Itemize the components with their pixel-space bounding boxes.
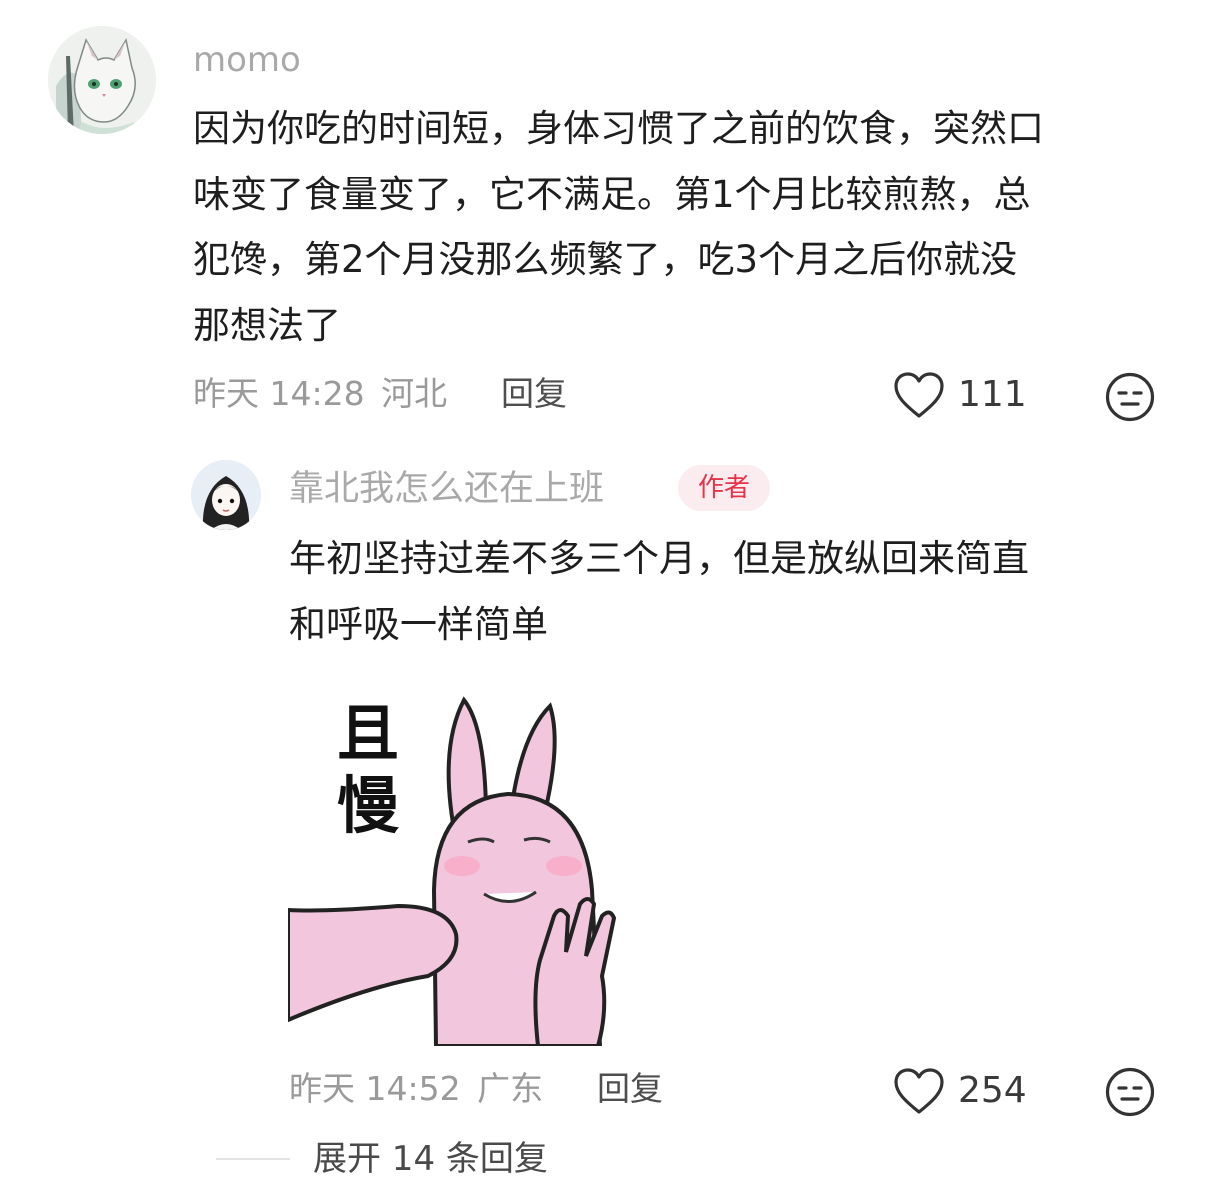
reply-meta: 昨天 14:52 广东 [289,1067,543,1111]
emoji-reaction-button[interactable] [1104,371,1156,427]
sticker-caption-line: 慢 [336,769,399,842]
avatar[interactable] [48,26,156,134]
reply-button[interactable]: 回复 [501,372,567,416]
reply-text-line: 年初坚持过差不多三个月，但是放纵回来简直 [289,537,1029,580]
comment-text-line: 因为你吃的时间短，身体习惯了之前的饮食，突然口 [193,107,1044,150]
comment-text-line: 味变了食量变了，它不满足。第1个月比较煎熬，总 [193,172,1031,216]
like-button[interactable]: 111 [892,370,1027,420]
like-count: 111 [958,374,1027,415]
face-emoji-icon [1105,1067,1155,1117]
sticker-caption: 且 慢 [328,698,408,842]
reply-like-button[interactable]: 254 [892,1066,1027,1116]
comment-text-line: 犯馋，第2个月没那么频繁了，吃3个月之后你就没 [193,238,1018,281]
sticker-caption-line: 且 [336,697,399,770]
face-emoji-icon [1105,372,1155,422]
comment-location: 河北 [381,374,448,413]
comment-meta: 昨天 14:28 河北 [193,372,447,416]
sticker-image[interactable]: 且 慢 [288,690,638,1046]
cat-avatar-icon [48,26,156,134]
author-badge: 作者 [678,465,771,511]
expand-replies-button[interactable]: 展开 14 条回复 [313,1137,548,1181]
heart-outline-icon [894,372,944,418]
reply-reply-button[interactable]: 回复 [597,1067,663,1111]
reply-username[interactable]: 靠北我怎么还在上班 [289,466,604,512]
comment-time: 昨天 14:28 [193,374,365,413]
reply-like-count: 254 [958,1070,1027,1111]
reply-text-line: 和呼吸一样简单 [289,602,548,646]
expand-divider [216,1158,290,1160]
comment-text-line: 那想法了 [193,303,341,347]
comment-text: 因为你吃的时间短，身体习惯了之前的饮食，突然口 味变了食量变了，它不满足。第1个… [193,96,1163,358]
reply-time: 昨天 14:52 [289,1069,461,1108]
reply-text: 年初坚持过差不多三个月，但是放纵回来简直 和呼吸一样简单 [289,526,1169,657]
reply-location: 广东 [477,1069,544,1108]
girl-avatar-icon [191,460,261,530]
heart-outline-icon [894,1068,944,1114]
reply-avatar[interactable] [191,460,261,530]
reply-emoji-reaction-button[interactable] [1104,1066,1156,1122]
comment-username[interactable]: momo [193,38,301,82]
